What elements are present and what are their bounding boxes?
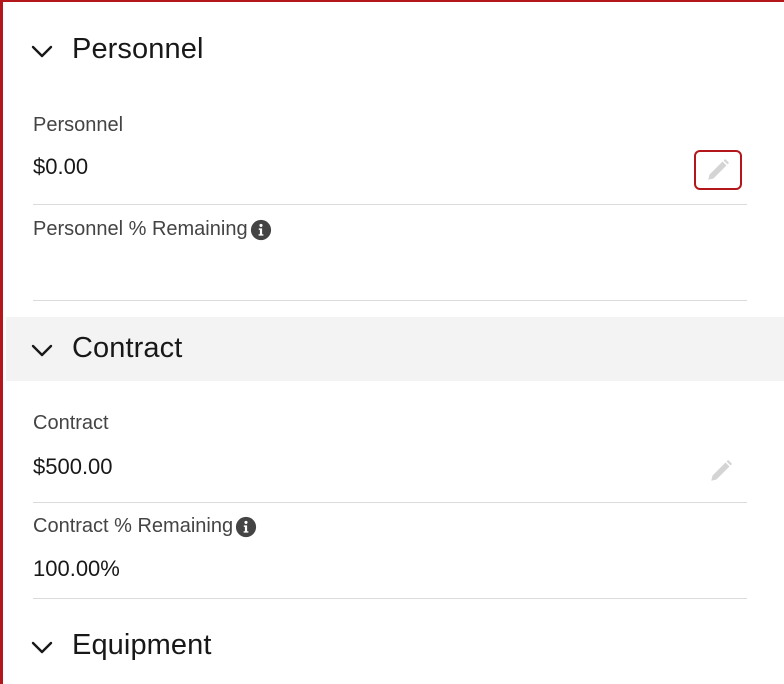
info-icon[interactable]	[250, 219, 272, 241]
field-contract: Contract $500.00	[33, 398, 747, 503]
pencil-icon	[708, 158, 730, 180]
field-label-contract-remaining-text: Contract % Remaining	[33, 515, 234, 537]
field-value-contract: $500.00	[33, 454, 113, 479]
section-header-equipment[interactable]: Equipment	[6, 614, 784, 678]
field-label-personnel: Personnel	[33, 114, 124, 136]
edit-contract-button[interactable]	[697, 451, 745, 491]
section-title-equipment: Equipment	[72, 628, 212, 661]
field-label-contract-remaining: Contract % Remaining	[33, 515, 257, 538]
edit-personnel-button[interactable]	[694, 150, 742, 190]
chevron-down-icon	[31, 344, 53, 357]
field-label-personnel-remaining: Personnel % Remaining	[33, 218, 272, 241]
chevron-down-icon	[31, 45, 53, 58]
pencil-icon	[711, 459, 733, 481]
field-personnel-remaining: Personnel % Remaining	[33, 204, 747, 301]
field-value-personnel: $0.00	[33, 154, 89, 179]
field-contract-remaining: Contract % Remaining 100.00%	[33, 502, 747, 599]
chevron-down-icon	[31, 641, 53, 654]
field-label-contract: Contract	[33, 412, 109, 434]
record-detail-panel: Personnel Personnel $0.00 Personnel % Re…	[0, 0, 784, 684]
info-icon[interactable]	[235, 516, 257, 538]
section-header-contract[interactable]: Contract	[6, 317, 784, 381]
section-title-contract: Contract	[72, 331, 183, 364]
section-title-personnel: Personnel	[72, 32, 204, 65]
field-label-personnel-remaining-text: Personnel % Remaining	[33, 218, 248, 240]
section-header-personnel[interactable]: Personnel	[6, 18, 784, 82]
field-personnel: Personnel $0.00	[33, 100, 747, 205]
field-value-contract-remaining: 100.00%	[33, 556, 120, 581]
